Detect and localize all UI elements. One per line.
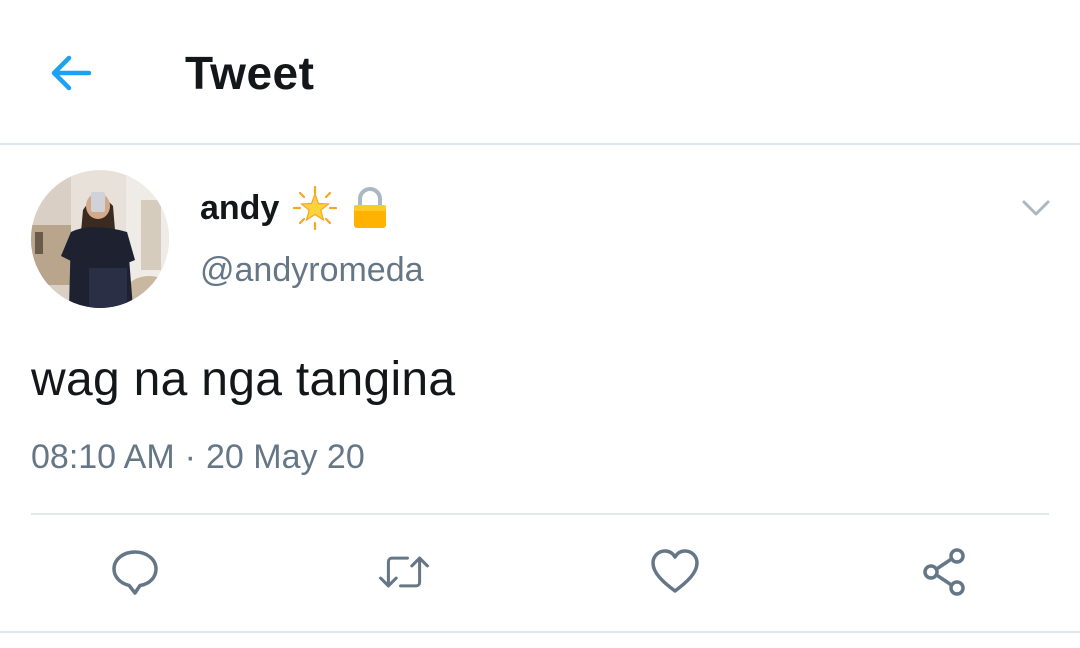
timestamp-separator: · [184,438,196,476]
tweet-options-caret[interactable] [1018,194,1054,222]
back-button[interactable] [46,50,96,96]
author-display-name[interactable]: andy [200,189,279,228]
author-name-row: andy [200,186,389,230]
back-arrow-icon [51,55,92,91]
retweet-button[interactable] [378,546,430,598]
top-bar: Tweet [0,0,1080,143]
avatar[interactable] [31,170,169,308]
tweet-text: wag na nga tangina [31,353,456,406]
reply-icon [112,550,158,595]
retweet-icon [379,556,429,588]
share-icon [923,548,965,596]
page-title: Tweet [185,47,315,99]
author-handle[interactable]: @andyromeda [200,251,424,290]
sparkle-star-icon [293,186,338,230]
chevron-down-icon [1022,200,1050,216]
like-button[interactable] [649,546,701,598]
heart-icon [651,549,699,593]
header-divider [0,143,1080,145]
bottom-divider [0,631,1080,633]
share-button[interactable] [919,546,971,598]
reply-button[interactable] [109,546,161,598]
tweet-timestamp: 08:10 AM · 20 May 20 [31,438,365,477]
tweet-time: 08:10 AM [31,438,175,476]
tweet-date: 20 May 20 [205,438,365,476]
lock-icon [354,187,387,228]
profile-photo [31,170,169,308]
actions-divider [31,513,1049,515]
